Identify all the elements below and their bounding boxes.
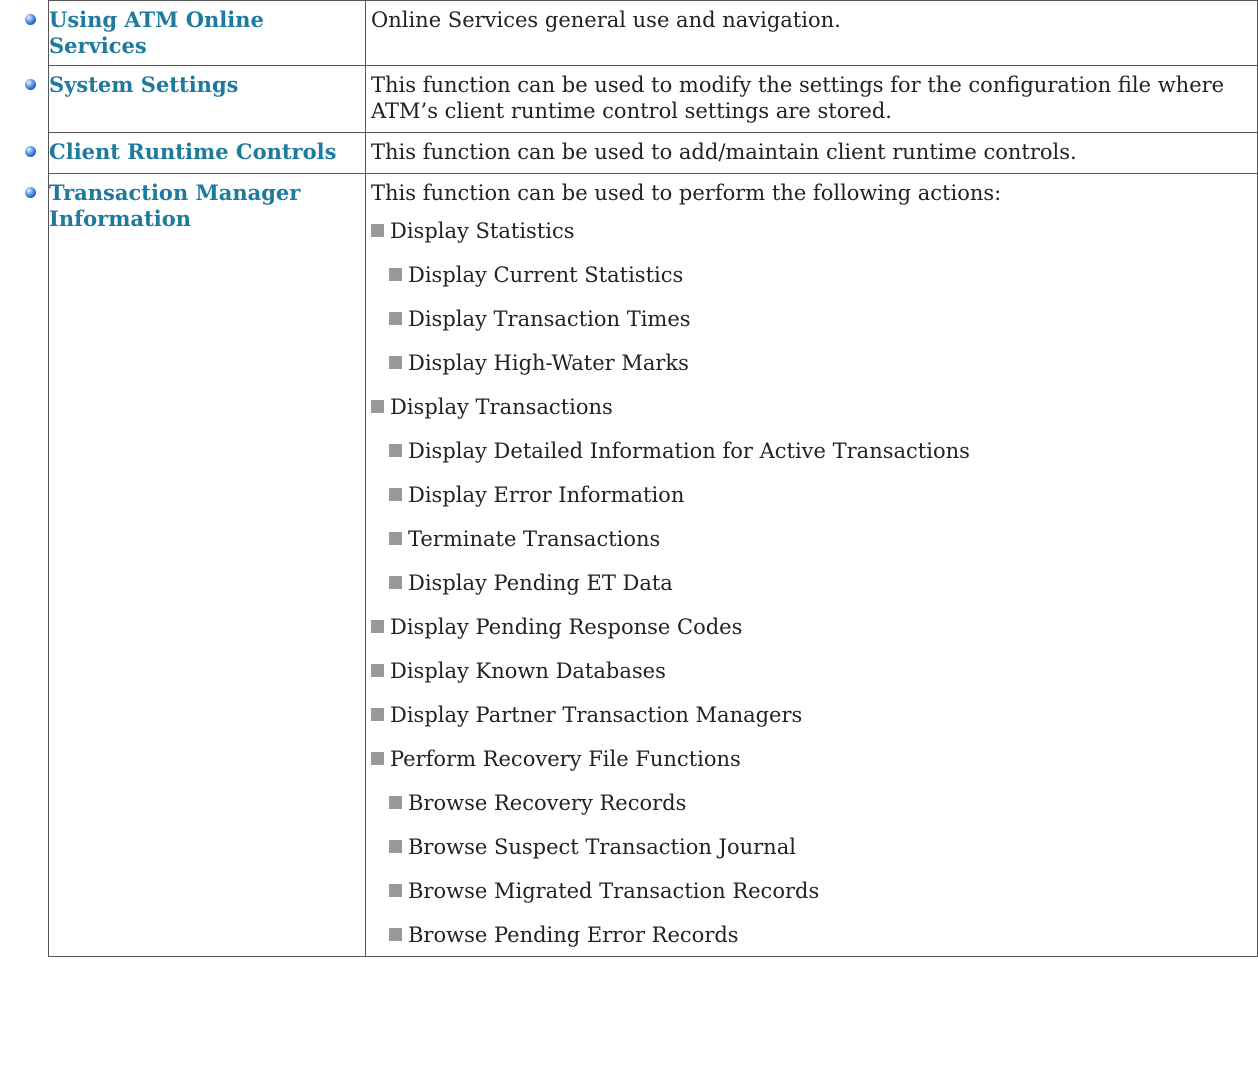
functions-table: Using ATM Online Services Online Service…: [18, 0, 1258, 957]
list-item: Display Transaction Times: [371, 306, 1251, 332]
list-item: Browse Suspect Transaction Journal: [371, 834, 1251, 860]
list-item: Browse Pending Error Records: [371, 922, 1251, 948]
list-item: Perform Recovery File Functions: [371, 746, 1251, 772]
gray-square-bullet-icon: [389, 840, 402, 853]
list-item: Browse Migrated Transaction Records: [371, 878, 1251, 904]
blue-sphere-bullet-icon: [25, 145, 36, 157]
list-item: Display High-Water Marks: [371, 350, 1251, 376]
gray-square-bullet-icon: [389, 884, 402, 897]
list-item: Display Transactions: [371, 394, 1251, 420]
table-row: Client Runtime Controls This function ca…: [18, 132, 1258, 174]
list-item: Display Statistics: [371, 218, 1251, 244]
gray-square-bullet-icon: [389, 444, 402, 457]
row-description: Online Services general use and navigati…: [365, 0, 1258, 66]
blue-sphere-bullet-icon: [25, 186, 36, 198]
link-using-atm-online-services[interactable]: Using ATM Online Services: [49, 7, 264, 58]
list-item: Display Partner Transaction Managers: [371, 702, 1251, 728]
list-item: Display Pending Response Codes: [371, 614, 1251, 640]
gray-square-bullet-icon: [389, 312, 402, 325]
table-row: System Settings This function can be use…: [18, 65, 1258, 133]
link-transaction-manager-information[interactable]: Transaction Manager Information: [49, 180, 300, 231]
link-system-settings[interactable]: System Settings: [49, 72, 238, 97]
table-row: Using ATM Online Services Online Service…: [18, 0, 1258, 66]
list-item: Browse Recovery Records: [371, 790, 1251, 816]
gray-square-bullet-icon: [389, 268, 402, 281]
gray-square-bullet-icon: [371, 400, 384, 413]
gray-square-bullet-icon: [371, 620, 384, 633]
gray-square-bullet-icon: [389, 576, 402, 589]
list-item: Terminate Transactions: [371, 526, 1251, 552]
action-list: Display Statistics Display Current Stati…: [371, 218, 1251, 948]
blue-sphere-bullet-icon: [25, 78, 36, 90]
table-row: Transaction Manager Information This fun…: [18, 173, 1258, 957]
link-client-runtime-controls[interactable]: Client Runtime Controls: [49, 139, 336, 164]
gray-square-bullet-icon: [389, 928, 402, 941]
list-item: Display Detailed Information for Active …: [371, 438, 1251, 464]
gray-square-bullet-icon: [389, 796, 402, 809]
blue-sphere-bullet-icon: [25, 13, 36, 25]
row-description: This function can be used to add/maintai…: [365, 132, 1258, 174]
row-description: This function can be used to perform the…: [371, 181, 1002, 205]
row-description: This function can be used to modify the …: [365, 65, 1258, 133]
list-item: Display Error Information: [371, 482, 1251, 508]
list-item: Display Current Statistics: [371, 262, 1251, 288]
gray-square-bullet-icon: [371, 664, 384, 677]
list-item: Display Known Databases: [371, 658, 1251, 684]
gray-square-bullet-icon: [371, 224, 384, 237]
gray-square-bullet-icon: [371, 752, 384, 765]
gray-square-bullet-icon: [389, 532, 402, 545]
gray-square-bullet-icon: [389, 356, 402, 369]
list-item: Display Pending ET Data: [371, 570, 1251, 596]
gray-square-bullet-icon: [371, 708, 384, 721]
gray-square-bullet-icon: [389, 488, 402, 501]
